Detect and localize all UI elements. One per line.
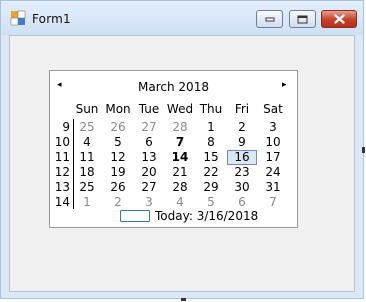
day-cell[interactable]: 27 <box>134 180 164 195</box>
day-cell[interactable]: 15 <box>196 150 226 165</box>
dow-sun: Sun <box>75 102 99 116</box>
form-icon <box>10 10 26 26</box>
week-number: 14 <box>54 195 70 209</box>
day-cell[interactable]: 19 <box>103 165 133 180</box>
dow-fri: Fri <box>234 102 250 116</box>
next-month-arrow-icon[interactable]: ▸ <box>282 80 287 90</box>
day-cell[interactable]: 22 <box>196 165 226 180</box>
dow-wed: Wed <box>166 102 194 116</box>
minimize-button[interactable] <box>256 10 283 28</box>
bottom-edge-mark <box>181 298 186 301</box>
calendar-header: ◂ March 2018 ▸ <box>50 71 297 101</box>
selected-day-cell[interactable]: 16 <box>227 150 257 165</box>
day-cell[interactable]: 3 <box>258 120 288 135</box>
day-cell[interactable]: 8 <box>196 135 226 150</box>
minimize-icon <box>265 17 274 22</box>
day-cell[interactable]: 14 <box>165 150 195 165</box>
today-indicator-box <box>120 210 150 222</box>
maximize-icon <box>297 15 308 23</box>
week-number: 13 <box>54 180 70 194</box>
close-button[interactable] <box>321 10 357 28</box>
day-cell[interactable]: 5 <box>196 195 226 210</box>
day-cell[interactable]: 11 <box>72 150 102 165</box>
dow-sat: Sat <box>263 102 283 116</box>
resize-cursor-mark <box>362 147 365 153</box>
week-number: 9 <box>62 120 70 134</box>
day-cell[interactable]: 7 <box>165 135 195 150</box>
window-title: Form1 <box>32 12 71 26</box>
day-cell[interactable]: 24 <box>258 165 288 180</box>
week-number: 10 <box>54 135 70 149</box>
day-cell[interactable]: 2 <box>103 195 133 210</box>
day-cell[interactable]: 2 <box>227 120 257 135</box>
day-of-week-row: Sun Mon Tue Wed Thu Fri Sat <box>50 102 297 118</box>
day-cell[interactable]: 29 <box>196 180 226 195</box>
day-cell[interactable]: 27 <box>134 120 164 135</box>
title-bar[interactable]: Form1 <box>1 1 363 35</box>
close-icon <box>333 14 345 24</box>
dow-mon: Mon <box>105 102 131 116</box>
day-cell[interactable]: 13 <box>134 150 164 165</box>
day-cell[interactable]: 25 <box>72 180 102 195</box>
maximize-button[interactable] <box>289 10 316 28</box>
day-cell[interactable]: 7 <box>258 195 288 210</box>
day-cell[interactable]: 20 <box>134 165 164 180</box>
month-title[interactable]: March 2018 <box>50 80 297 94</box>
day-cell[interactable]: 18 <box>72 165 102 180</box>
day-cell[interactable]: 26 <box>103 180 133 195</box>
day-cell[interactable]: 6 <box>227 195 257 210</box>
month-calendar[interactable]: ◂ March 2018 ▸ Sun Mon Tue Wed Thu Fri S… <box>49 70 298 228</box>
day-cell[interactable]: 28 <box>165 120 195 135</box>
day-cell[interactable]: 28 <box>165 180 195 195</box>
week-number: 11 <box>54 150 70 164</box>
day-cell[interactable]: 4 <box>165 195 195 210</box>
dow-thu: Thu <box>199 102 223 116</box>
day-cell[interactable]: 4 <box>72 135 102 150</box>
day-cell[interactable]: 23 <box>227 165 257 180</box>
day-cell[interactable]: 17 <box>258 150 288 165</box>
day-cell[interactable]: 26 <box>103 120 133 135</box>
today-label[interactable]: Today: 3/16/2018 <box>155 209 258 223</box>
day-cell[interactable]: 12 <box>103 150 133 165</box>
day-cell[interactable]: 25 <box>72 120 102 135</box>
dow-tue: Tue <box>138 102 160 116</box>
day-cell[interactable]: 1 <box>72 195 102 210</box>
day-cell[interactable]: 30 <box>227 180 257 195</box>
day-cell[interactable]: 10 <box>258 135 288 150</box>
day-cell[interactable]: 21 <box>165 165 195 180</box>
day-cell[interactable]: 5 <box>103 135 133 150</box>
week-number: 12 <box>54 165 70 179</box>
day-cell[interactable]: 3 <box>134 195 164 210</box>
day-cell[interactable]: 6 <box>134 135 164 150</box>
day-cell[interactable]: 9 <box>227 135 257 150</box>
day-cell[interactable]: 31 <box>258 180 288 195</box>
day-cell[interactable]: 1 <box>196 120 226 135</box>
